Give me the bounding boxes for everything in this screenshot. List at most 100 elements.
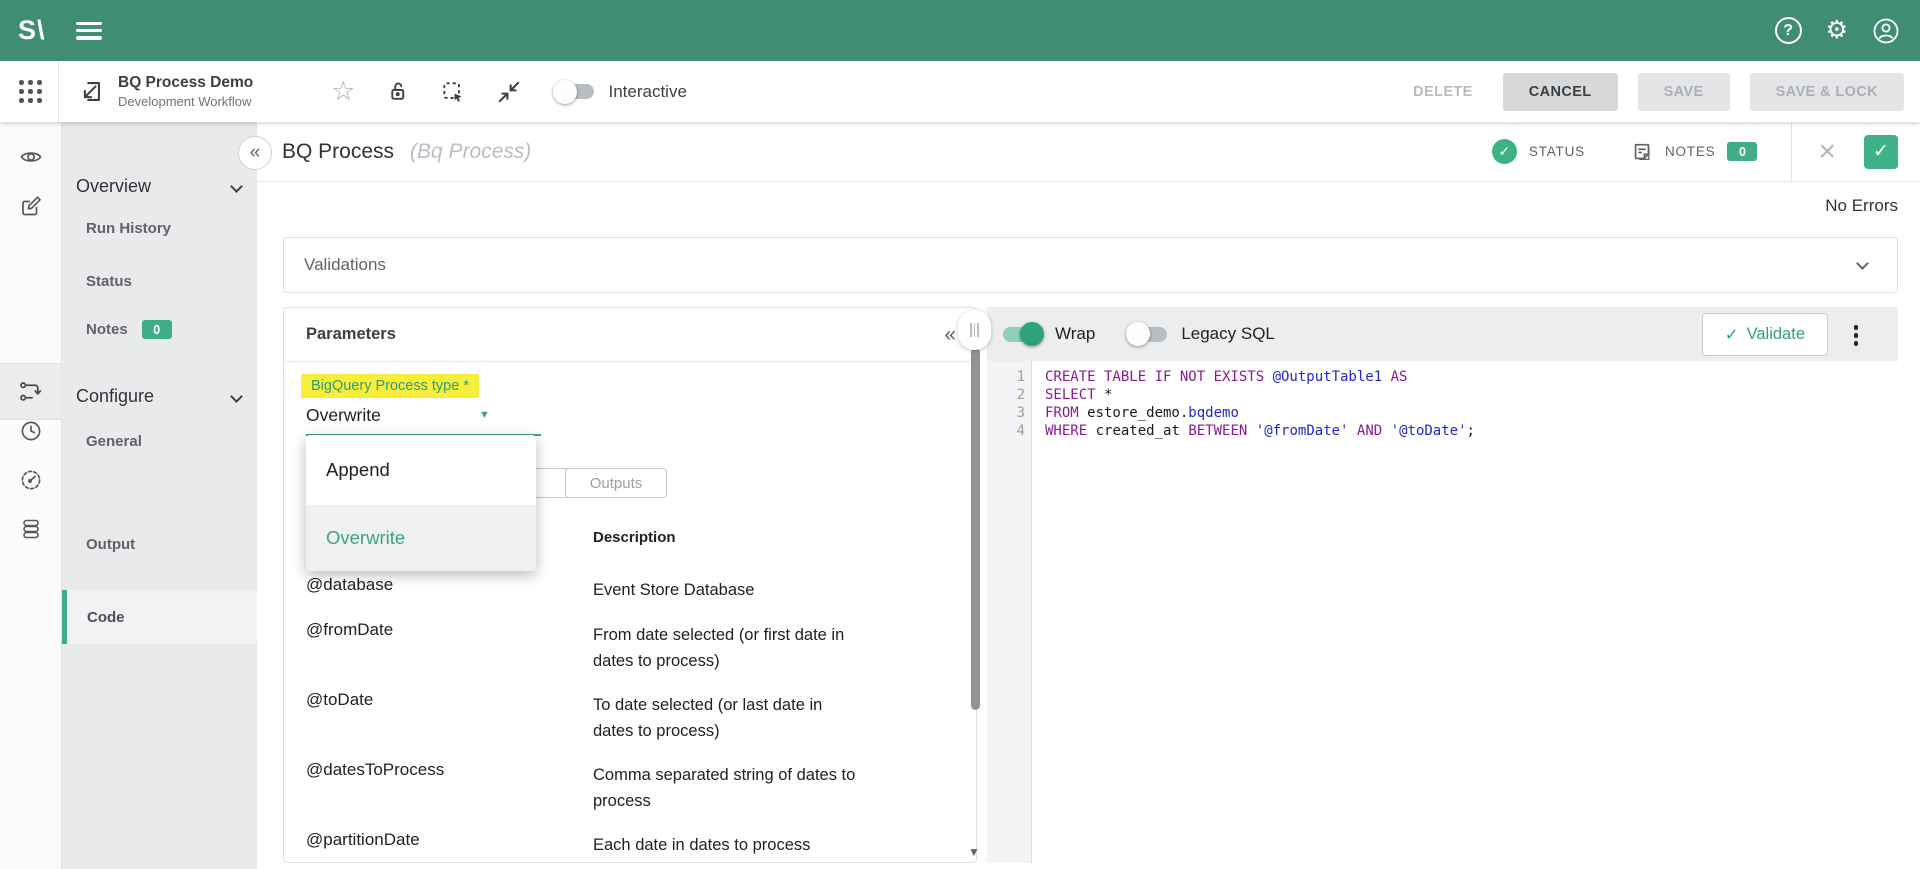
collapse-view-button[interactable] xyxy=(496,79,522,105)
nav-item-general[interactable]: General xyxy=(86,433,142,450)
pipeline-icon xyxy=(18,379,43,404)
collapse-parameters-button[interactable]: « xyxy=(944,323,956,347)
cancel-button[interactable]: CANCEL xyxy=(1503,73,1618,111)
validate-button[interactable]: ✓ Validate xyxy=(1702,313,1828,356)
param-name: @fromDate xyxy=(306,620,393,640)
workflow-title-block: BQ Process Demo Development Workflow xyxy=(118,74,253,109)
kebab-menu-icon[interactable] xyxy=(1852,323,1861,348)
toolbar-divider xyxy=(58,61,59,122)
code-line: 4 WHERE created_at BETWEEN '@fromDate' A… xyxy=(987,422,1898,440)
lock-button[interactable] xyxy=(385,79,410,104)
process-type-select[interactable]: Overwrite xyxy=(306,405,541,426)
nav-panel: Overview Run History Status Notes 0 Conf… xyxy=(62,122,257,869)
notes-button[interactable]: NOTES 0 xyxy=(1631,141,1758,163)
dropdown-option-append[interactable]: Append xyxy=(306,435,536,505)
sidebar-item-edit[interactable] xyxy=(0,185,61,227)
nav-item-run-history[interactable]: Run History xyxy=(86,220,171,237)
code-lines: 1 CREATE TABLE IF NOT EXISTS @OutputTabl… xyxy=(987,368,1898,440)
process-title: BQ Process xyxy=(282,140,394,164)
hamburger-menu-icon[interactable] xyxy=(76,22,102,40)
dropdown-option-overwrite-selected[interactable]: Overwrite xyxy=(306,505,536,571)
description-column-header: Description xyxy=(593,529,676,546)
nav-section-overview[interactable]: Overview xyxy=(76,176,247,197)
process-header: BQ Process (Bq Process) ✓ STATUS NOTES 0… xyxy=(257,122,1920,182)
stack-icon xyxy=(19,517,43,541)
chevron-down-icon xyxy=(230,390,243,403)
check-icon: ✓ xyxy=(1725,325,1739,345)
parameters-scrollbar[interactable] xyxy=(971,348,980,710)
param-name: @toDate xyxy=(306,690,373,710)
sql-code-editor[interactable]: 1 CREATE TABLE IF NOT EXISTS @OutputTabl… xyxy=(987,361,1898,863)
icon-sidebar: » xyxy=(0,122,62,869)
nav-status-label: Status xyxy=(86,273,132,290)
nav-general-label: General xyxy=(86,433,142,450)
nav-item-notes[interactable]: Notes 0 xyxy=(86,320,172,339)
line-number: 3 xyxy=(987,404,1025,422)
panel-splitter-handle[interactable] xyxy=(958,310,991,350)
delete-button[interactable]: DELETE xyxy=(1403,73,1483,111)
status-label: STATUS xyxy=(1529,144,1585,159)
nav-section-configure[interactable]: Configure xyxy=(76,386,247,407)
eye-icon xyxy=(19,145,43,169)
status-check-icon: ✓ xyxy=(1492,139,1517,164)
wrap-toggle[interactable] xyxy=(1003,327,1041,342)
brand-logo: S\ xyxy=(18,15,46,46)
nav-run-history-label: Run History xyxy=(86,220,171,237)
edit-icon xyxy=(19,194,43,218)
scroll-down-arrow-icon[interactable]: ▼ xyxy=(968,845,980,859)
wrap-label: Wrap xyxy=(1055,324,1095,344)
header-notes-badge: 0 xyxy=(1727,142,1757,161)
header-divider xyxy=(1791,122,1792,182)
app-window: S\ ? ⚙ BQ Process Demo xyxy=(0,0,1920,869)
validations-panel[interactable]: Validations xyxy=(283,237,1898,293)
workflow-title: BQ Process Demo xyxy=(118,74,253,92)
save-button[interactable]: SAVE xyxy=(1638,73,1730,111)
compress-icon xyxy=(496,79,522,105)
nav-item-output[interactable]: Output xyxy=(86,536,135,553)
workflow-toolbar: BQ Process Demo Development Workflow ☆ I… xyxy=(0,61,1920,122)
appbar: S\ ? ⚙ xyxy=(0,0,1920,61)
exit-workflow-button[interactable] xyxy=(77,78,104,105)
process-type-dropdown-menu: Append Overwrite xyxy=(306,435,536,571)
editor-toolbar: Wrap Legacy SQL ✓ Validate xyxy=(987,307,1898,361)
nav-code-label: Code xyxy=(87,609,125,626)
select-dropdown-arrow-icon[interactable]: ▼ xyxy=(479,409,490,421)
nav-item-code-selected[interactable]: Code xyxy=(62,590,257,644)
collapse-panel-button[interactable]: « xyxy=(238,136,272,170)
sidebar-item-history[interactable] xyxy=(0,410,61,452)
sidebar-item-data[interactable] xyxy=(0,508,61,550)
errors-status-text: No Errors xyxy=(1825,196,1898,216)
interactive-label: Interactive xyxy=(608,82,686,102)
interactive-toggle[interactable] xyxy=(556,84,594,99)
collapse-left-icon: « xyxy=(250,142,261,164)
process-subtitle: (Bq Process) xyxy=(410,140,531,164)
nav-item-status[interactable]: Status xyxy=(86,273,132,290)
save-and-lock-button[interactable]: SAVE & LOCK xyxy=(1750,73,1904,111)
code-line: 2 SELECT * xyxy=(987,386,1898,404)
sidebar-item-preview[interactable] xyxy=(0,136,61,178)
apps-grid-icon[interactable] xyxy=(19,80,42,103)
help-icon: ? xyxy=(1775,17,1802,44)
account-button[interactable] xyxy=(1872,17,1900,45)
help-button[interactable]: ? xyxy=(1775,17,1802,44)
account-icon xyxy=(1872,17,1900,45)
outputs-button[interactable]: Outputs xyxy=(565,468,667,498)
notes-label: NOTES xyxy=(1665,144,1716,159)
exit-icon xyxy=(77,78,104,105)
confirm-button[interactable]: ✓ xyxy=(1864,135,1898,169)
workflow-subtitle: Development Workflow xyxy=(118,94,253,109)
close-icon[interactable]: × xyxy=(1818,137,1836,167)
legacy-sql-toggle[interactable] xyxy=(1129,327,1167,342)
sidebar-item-monitoring[interactable] xyxy=(0,459,61,501)
notes-count-badge: 0 xyxy=(142,320,172,339)
notes-icon xyxy=(1631,141,1653,163)
settings-button[interactable]: ⚙ xyxy=(1826,18,1848,43)
multi-select-button[interactable] xyxy=(440,79,466,105)
favorite-star-icon[interactable]: ☆ xyxy=(331,78,355,105)
chevron-down-icon[interactable] xyxy=(1856,257,1869,270)
line-number: 2 xyxy=(987,386,1025,404)
status-button[interactable]: ✓ STATUS xyxy=(1492,139,1585,164)
sql-editor-panel: Wrap Legacy SQL ✓ Validate 1 CREATE TABL… xyxy=(987,307,1898,863)
parameters-title: Parameters xyxy=(306,325,396,344)
parameters-panel: Parameters « BigQuery Process type * Ove… xyxy=(283,307,977,863)
